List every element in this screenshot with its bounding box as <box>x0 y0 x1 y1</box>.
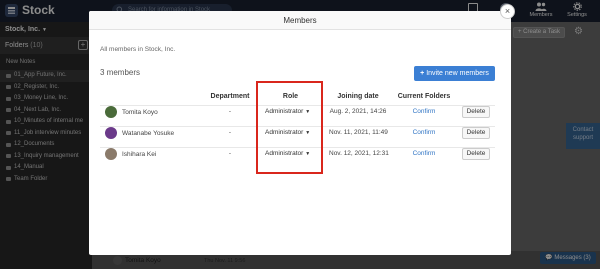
department-text: - <box>228 150 232 157</box>
member-name: Tomita Koyo <box>122 108 158 116</box>
delete-label: Delete <box>466 108 486 115</box>
avatar <box>105 106 117 118</box>
column-header-current-folders: Current Folders <box>397 93 451 100</box>
department-value: - <box>208 150 252 157</box>
role-column-highlight <box>256 81 323 174</box>
joining-date-value: Aug. 2, 2021, 14:26 <box>329 108 387 115</box>
joining-date-text: Aug. 2, 2021, 14:26 <box>329 108 387 115</box>
joining-date-value: Nov. 11, 2021, 11:49 <box>329 129 388 136</box>
delete-member-button[interactable]: Delete <box>462 127 490 139</box>
plus-icon: + <box>420 70 425 77</box>
avatar <box>105 148 117 160</box>
department-text: - <box>228 129 232 136</box>
confirm-folders-link[interactable]: Confirm <box>392 129 456 136</box>
column-header-joining-date: Joining date <box>337 93 379 100</box>
confirm-folders-link[interactable]: Confirm <box>392 150 456 157</box>
member-name-cell: Tomita Koyo <box>105 106 158 118</box>
modal-title: Members <box>89 11 511 30</box>
joining-date-text: Nov. 11, 2021, 11:49 <box>329 129 388 136</box>
delete-member-button[interactable]: Delete <box>462 148 490 160</box>
close-icon[interactable]: × <box>500 4 515 19</box>
confirm-folders-link[interactable]: Confirm <box>392 108 456 115</box>
joining-date-text: Nov. 12, 2021, 12:31 <box>329 150 389 157</box>
department-value: - <box>208 129 252 136</box>
member-count: 3 members <box>100 68 141 77</box>
member-name-cell: Watanabe Yosuke <box>105 127 174 139</box>
invite-label: Invite new members <box>426 70 489 77</box>
avatar <box>105 127 117 139</box>
confirm-label: Confirm <box>412 108 436 115</box>
joining-date-value: Nov. 12, 2021, 12:31 <box>329 150 389 157</box>
member-name: Watanabe Yosuke <box>122 129 175 137</box>
member-name-cell: Ishihara Kei <box>105 148 156 160</box>
delete-label: Delete <box>466 129 486 136</box>
member-name: Ishihara Kei <box>122 150 157 158</box>
department-text: - <box>228 108 232 115</box>
department-value: - <box>208 108 252 115</box>
column-header-department: Department <box>210 93 250 100</box>
modal-subtitle: All members in Stock, Inc. <box>100 46 176 53</box>
confirm-label: Confirm <box>412 150 436 157</box>
delete-label: Delete <box>466 150 486 157</box>
confirm-label: Confirm <box>412 129 436 136</box>
invite-new-members-button[interactable]: + Invite new members <box>414 66 495 81</box>
delete-member-button[interactable]: Delete <box>462 106 490 118</box>
